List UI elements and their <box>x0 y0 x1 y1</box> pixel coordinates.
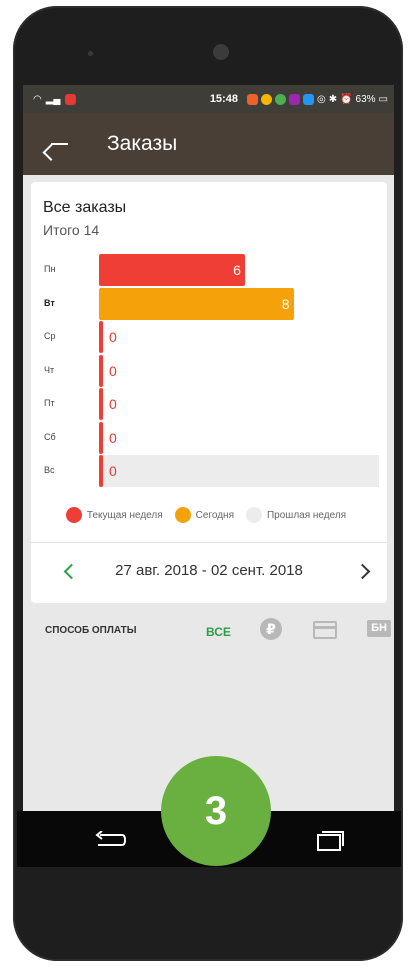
front-camera <box>213 44 229 60</box>
day-tick-label: Пт <box>44 398 55 408</box>
wifi-icon: ◠ <box>33 93 42 105</box>
card-title: Все заказы <box>43 199 127 216</box>
orders-card: Все заказы Итого 14 Пн 6 Вт 8 Ср 0 Чт 0 Пт 0 Сб 0 Вс… <box>31 182 387 603</box>
legend-label: Текущая неделя <box>86 509 163 521</box>
page-title: Заказы <box>107 132 178 155</box>
chart-legend: Текущая неделя Сегодня Прошлая неделя <box>31 507 387 523</box>
chart-row: Ср 0 <box>31 321 387 353</box>
bluetooth-icon: ✱ <box>328 93 338 105</box>
sync-icon: ◎ <box>316 93 326 105</box>
legend-label: Сегодня <box>195 509 234 521</box>
chart-row: Сб 0 <box>31 421 387 454</box>
legend-dot <box>174 507 191 523</box>
legend-item-previous-week: Прошлая неделя <box>245 507 347 523</box>
app-bar: Заказы <box>23 113 394 175</box>
chart-row: Вт 8 <box>31 287 387 320</box>
chart-row: Пт 0 <box>31 388 387 420</box>
date-range-text: 27 авг. 2018 - 02 сент. 2018 <box>115 562 303 579</box>
chart-bar <box>99 287 294 320</box>
app-notification-icon <box>274 93 286 105</box>
battery-level: 63% <box>355 93 376 105</box>
sensor-dot <box>88 51 93 56</box>
bar-value-label: 0 <box>109 396 117 412</box>
bar-value-label: 0 <box>109 463 117 479</box>
legend-item-current-week: Текущая неделя <box>65 507 163 523</box>
date-range-selector: 27 авг. 2018 - 02 сент. 2018 <box>31 552 387 592</box>
bar-value-label: 0 <box>109 362 117 379</box>
credit-card-icon[interactable] <box>313 621 337 639</box>
bn-icon[interactable]: БН <box>367 620 391 637</box>
orders-total: Итого 14 <box>43 222 100 238</box>
day-tick-label: Вт <box>44 297 55 308</box>
app-notification-icon <box>288 93 300 105</box>
orders-bar-chart: Пн 6 Вт 8 Ср 0 Чт 0 Пт 0 Сб 0 Вс 0 <box>31 254 387 489</box>
day-tick-label: Сб <box>44 431 56 442</box>
signal-icon: ▂▄ <box>45 93 61 105</box>
chart-row: Чт 0 <box>31 354 387 387</box>
ruble-icon[interactable]: ₽ <box>260 618 282 640</box>
bar-value-label: 6 <box>233 262 241 278</box>
chart-row: Пн 6 <box>31 254 387 286</box>
divider <box>31 542 387 543</box>
battery-icon: ▭ <box>378 93 388 105</box>
back-arrow-icon[interactable] <box>49 134 69 154</box>
chart-bar <box>99 254 246 286</box>
bar-value-label: 0 <box>109 429 117 446</box>
nav-recent-icon[interactable] <box>315 829 345 851</box>
day-tick-label: Пн <box>44 264 56 274</box>
legend-dot <box>245 507 262 523</box>
step-number-badge: 3 <box>161 756 271 866</box>
nav-back-icon[interactable] <box>94 831 126 849</box>
chart-bar <box>99 421 103 454</box>
app-notification-icon <box>246 93 258 105</box>
alarm-icon: ⏰ <box>340 93 353 105</box>
payment-all-button[interactable]: ВСЕ <box>206 625 231 639</box>
previous-week-bar <box>99 455 379 487</box>
status-time: 15:48 <box>209 93 238 105</box>
bar-value-label: 0 <box>109 329 117 345</box>
legend-label: Прошлая неделя <box>266 509 347 521</box>
app-notification-icon <box>260 93 272 105</box>
chart-bar <box>99 388 103 420</box>
day-tick-label: Ср <box>44 331 56 341</box>
notification-icon <box>64 93 76 105</box>
status-bar: ◠ ▂▄ 15:48 ◎ ✱ ⏰ 63% ▭ <box>23 85 394 113</box>
day-tick-label: Вс <box>44 465 55 475</box>
app-notification-icon <box>302 93 314 105</box>
chart-bar <box>99 354 103 387</box>
screen: ◠ ▂▄ 15:48 ◎ ✱ ⏰ 63% ▭ Заказы Все заказы… <box>23 85 394 818</box>
payment-label: СПОСОБ ОПЛАТЫ <box>45 625 137 636</box>
payment-filter: СПОСОБ ОПЛАТЫ ВСЕ ₽ БН <box>23 615 394 647</box>
day-tick-label: Чт <box>44 364 55 375</box>
chart-bar <box>99 455 103 487</box>
chart-bar <box>99 321 103 353</box>
legend-item-today: Сегодня <box>174 507 234 523</box>
bar-value-label: 8 <box>281 295 290 312</box>
legend-dot <box>65 507 82 523</box>
chart-row: Вс 0 <box>31 455 387 487</box>
